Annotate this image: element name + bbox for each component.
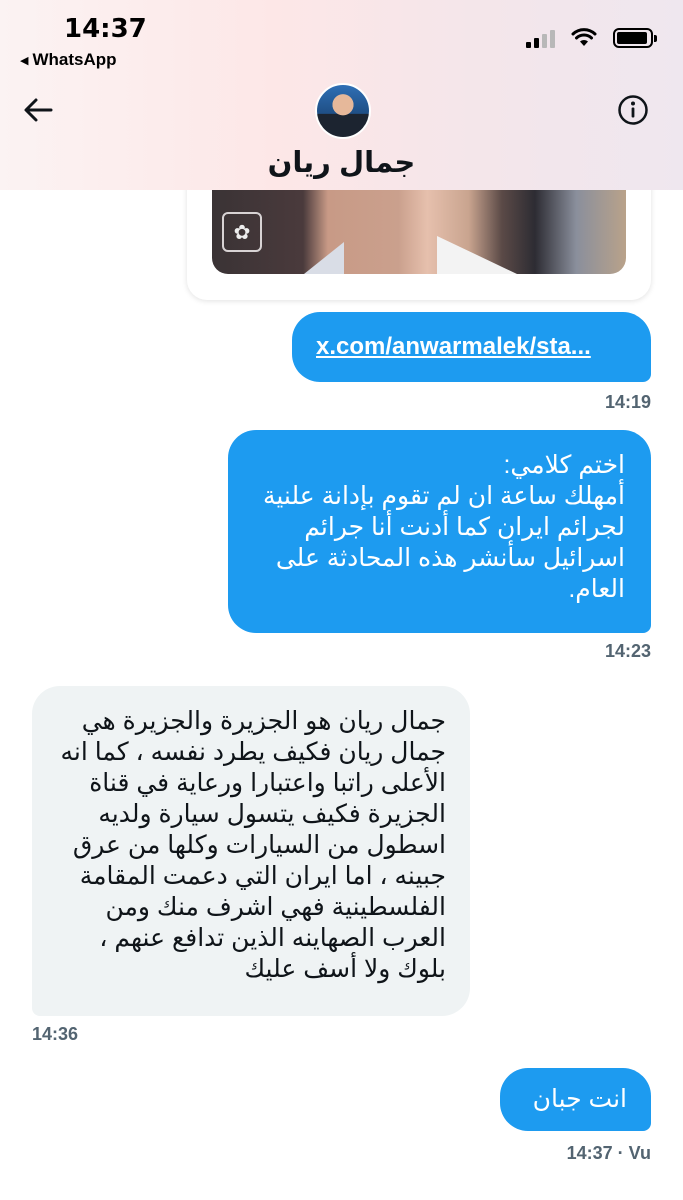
message-link[interactable]: x.com/anwarmalek/sta... bbox=[316, 333, 591, 360]
message-text: جمال ريان هو الجزيرة والجزيرة هي جمال ري… bbox=[60, 707, 446, 983]
message-timestamp: 14:36 bbox=[32, 1024, 79, 1044]
message-text: انت جبان bbox=[532, 1085, 627, 1113]
status-icons bbox=[526, 28, 657, 48]
message-bubble-link[interactable]: x.com/anwarmalek/sta... bbox=[292, 312, 651, 382]
message-timestamp: 14:19 bbox=[604, 392, 651, 412]
contact-name[interactable]: جمال ريان bbox=[0, 145, 683, 180]
message-bubble-outgoing[interactable]: انت جبان bbox=[500, 1068, 651, 1131]
back-app-label: WhatsApp bbox=[32, 50, 117, 69]
battery-icon bbox=[613, 28, 657, 48]
message-text: اختم كلامي: أمهلك ساعة ان لم تقوم بإدانة… bbox=[262, 451, 625, 603]
back-to-app-link[interactable]: ◀ WhatsApp bbox=[20, 50, 117, 70]
info-circle-icon[interactable] bbox=[617, 94, 649, 126]
arrow-left-icon[interactable] bbox=[20, 92, 56, 128]
message-timestamp-seen: 14:37 · Vu bbox=[566, 1143, 651, 1163]
channel-logo-icon: ✿ bbox=[222, 212, 262, 252]
message-bubble-outgoing[interactable]: اختم كلامي: أمهلك ساعة ان لم تقوم بإدانة… bbox=[228, 430, 651, 633]
status-time: 14:37 bbox=[64, 14, 147, 44]
shared-post-image: ✿ bbox=[212, 190, 626, 274]
conversation-header: 14:37 ◀ WhatsApp جمال ريان bbox=[0, 0, 683, 190]
message-timestamp: 14:23 bbox=[604, 641, 651, 661]
message-bubble-incoming[interactable]: جمال ريان هو الجزيرة والجزيرة هي جمال ري… bbox=[32, 686, 470, 1016]
contact-avatar[interactable] bbox=[315, 83, 371, 139]
wifi-icon bbox=[571, 28, 597, 46]
cellular-signal-icon bbox=[526, 28, 555, 48]
back-triangle-icon: ◀ bbox=[20, 54, 29, 67]
